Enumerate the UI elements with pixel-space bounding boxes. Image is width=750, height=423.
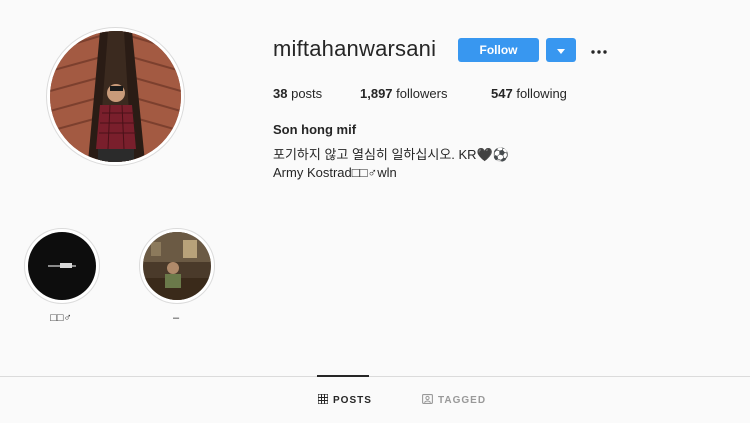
tab-posts[interactable]: POSTS (317, 393, 372, 407)
story-highlight[interactable] (24, 228, 100, 304)
following-count: 547 (491, 86, 513, 101)
posts-count: 38 (273, 86, 288, 101)
highlight-label: □□♂ (50, 312, 72, 324)
grid-icon (317, 393, 329, 407)
profile-full-name: Son hong mif (273, 122, 357, 137)
highlight-label: – (172, 312, 180, 324)
followers-label: followers (396, 86, 448, 101)
stat-posts: 38 posts (273, 86, 322, 101)
tab-posts-label: POSTS (333, 395, 372, 406)
stat-following[interactable]: 547 following (491, 86, 567, 101)
highlight-cover (143, 232, 211, 300)
suggestions-dropdown-button[interactable] (546, 38, 576, 62)
caret-down-icon (557, 43, 565, 58)
story-highlight[interactable] (139, 228, 215, 304)
bio-line: 포기하지 않고 열심히 일하십시오. KR🖤⚽ (273, 147, 509, 162)
more-dots-icon (591, 41, 607, 59)
bio-line: Army Kostrad□□♂wln (273, 165, 397, 180)
tabs-divider (0, 376, 750, 377)
profile-username: miftahanwarsani (273, 36, 437, 61)
stat-followers[interactable]: 1,897 followers (360, 86, 447, 101)
posts-label: posts (291, 86, 323, 101)
highlight-cover (28, 232, 96, 300)
following-label: following (516, 86, 567, 101)
tab-tagged-label: TAGGED (438, 395, 487, 406)
profile-avatar[interactable] (46, 27, 185, 166)
tagged-icon (422, 394, 433, 407)
active-tab-indicator (317, 375, 369, 377)
more-options-button[interactable] (589, 38, 609, 62)
tab-tagged[interactable]: TAGGED (422, 394, 486, 407)
profile-page: miftahanwarsani Follow 38 posts 1,897 fo… (0, 0, 750, 423)
followers-count: 1,897 (360, 86, 393, 101)
follow-button[interactable]: Follow (458, 38, 539, 62)
avatar-photo (50, 31, 181, 162)
